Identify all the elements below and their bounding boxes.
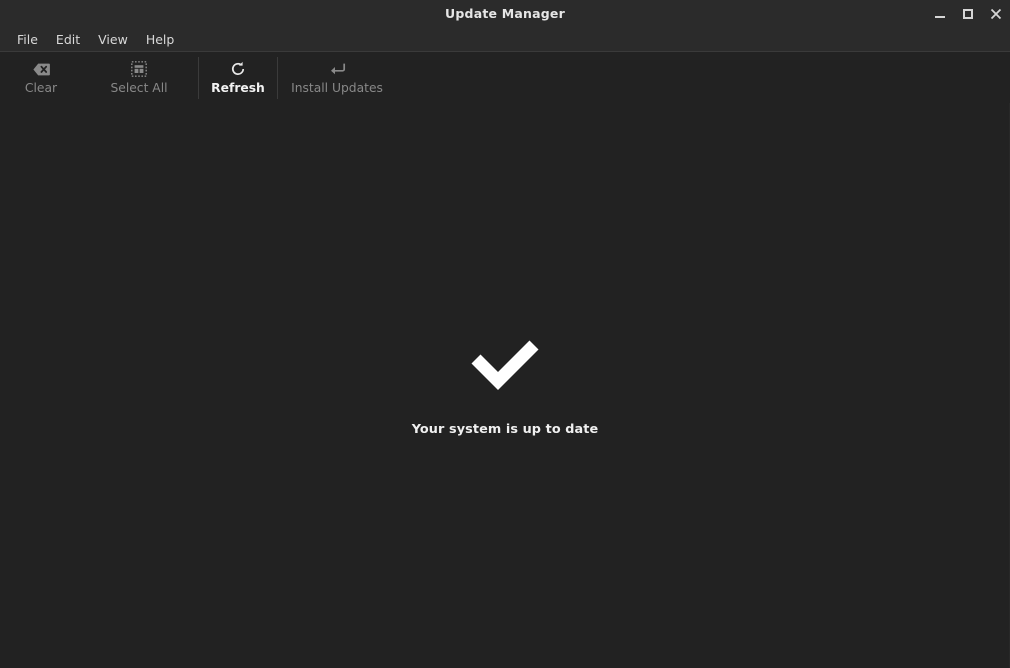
menu-item-view[interactable]: View — [89, 30, 137, 49]
update-manager-window: Update Manager File Edit View Help Clear… — [0, 0, 1010, 668]
select-all-icon — [131, 60, 147, 78]
refresh-button-label: Refresh — [211, 81, 265, 95]
toolbar: Clear Select All Refresh Install Updates — [0, 52, 1010, 103]
minimize-icon — [935, 16, 945, 18]
titlebar: Update Manager — [0, 0, 1010, 27]
select-all-button-label: Select All — [110, 81, 168, 95]
close-button[interactable] — [982, 0, 1010, 27]
refresh-button[interactable]: Refresh — [199, 52, 277, 103]
status-block: Your system is up to date — [0, 333, 1010, 437]
status-message: Your system is up to date — [411, 422, 599, 437]
select-all-button[interactable]: Select All — [80, 52, 198, 103]
clear-button[interactable]: Clear — [2, 52, 80, 103]
menubar: File Edit View Help — [0, 27, 1010, 52]
maximize-button[interactable] — [954, 0, 982, 27]
close-icon — [990, 8, 1002, 19]
menu-item-help[interactable]: Help — [137, 30, 184, 49]
window-controls — [926, 0, 1010, 27]
clear-button-label: Clear — [24, 81, 58, 95]
install-updates-return-icon — [329, 60, 346, 78]
minimize-button[interactable] — [926, 0, 954, 27]
install-updates-button[interactable]: Install Updates — [278, 52, 396, 103]
window-title: Update Manager — [445, 6, 565, 21]
refresh-icon — [230, 60, 246, 78]
menu-item-file[interactable]: File — [8, 30, 47, 49]
install-updates-button-label: Install Updates — [291, 81, 383, 95]
backspace-clear-icon — [32, 60, 50, 78]
checkmark-icon — [467, 333, 543, 391]
content-area: Your system is up to date — [0, 103, 1010, 668]
maximize-icon — [963, 8, 973, 19]
menu-item-edit[interactable]: Edit — [47, 30, 89, 49]
